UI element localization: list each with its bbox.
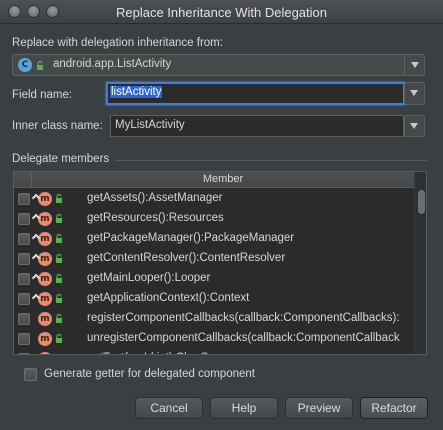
- lock-icon: [56, 234, 62, 243]
- chevron-down-icon[interactable]: [404, 116, 424, 136]
- member-signature: getText(resId:int):CharSequence: [87, 352, 253, 354]
- table-header: Member: [14, 172, 414, 188]
- section-divider: [115, 160, 427, 161]
- lock-icon: [37, 61, 43, 70]
- class-icon: C: [18, 58, 32, 72]
- member-signature: getResources():Resources: [87, 212, 224, 224]
- title-bar: Replace Inheritance With Delegation: [0, 0, 443, 24]
- lock-icon: [56, 214, 62, 223]
- member-checkbox[interactable]: [18, 293, 30, 305]
- help-button[interactable]: Help: [210, 397, 278, 419]
- member-checkbox[interactable]: [18, 333, 30, 345]
- chevron-down-icon[interactable]: [404, 55, 424, 75]
- member-signature: registerComponentCallbacks(callback:Comp…: [87, 312, 400, 324]
- window-title: Replace Inheritance With Delegation: [115, 5, 327, 20]
- member-checkbox[interactable]: [18, 253, 30, 265]
- lock-icon: [56, 334, 62, 343]
- member-row[interactable]: m getResources():Resources: [14, 209, 414, 229]
- member-row[interactable]: m unregisterComponentCallbacks(callback:C…: [14, 329, 414, 349]
- method-icon: m: [38, 352, 52, 354]
- member-column-header[interactable]: Member: [32, 173, 414, 185]
- overridden-method-icon: m: [38, 292, 52, 306]
- member-checkbox[interactable]: [18, 213, 30, 225]
- member-row[interactable]: m getPackageManager():PackageManager: [14, 229, 414, 249]
- inner-class-input[interactable]: MyListActivity: [110, 115, 404, 137]
- replace-from-combo[interactable]: C android.app.ListActivity: [12, 54, 425, 76]
- member-row[interactable]: m getText(resId:int):CharSequence: [14, 349, 414, 355]
- field-name-label: Field name:: [12, 89, 73, 101]
- member-signature: unregisterComponentCallbacks(callback:Co…: [87, 332, 400, 344]
- member-row[interactable]: m registerComponentCallbacks(callback:Com…: [14, 309, 414, 329]
- lock-icon: [56, 194, 62, 203]
- preview-button[interactable]: Preview: [285, 397, 353, 419]
- member-signature: getMainLooper():Looper: [87, 272, 211, 284]
- member-checkbox[interactable]: [18, 313, 30, 325]
- field-name-dropdown[interactable]: [404, 82, 425, 105]
- checkbox-column-header[interactable]: [14, 172, 32, 188]
- inner-class-dropdown[interactable]: [404, 115, 425, 137]
- member-signature: getApplicationContext():Context: [87, 292, 250, 304]
- method-icon: m: [38, 332, 52, 346]
- member-signature: getContentResolver():ContentResolver: [87, 252, 286, 264]
- overridden-method-icon: m: [38, 252, 52, 266]
- replace-from-label: Replace with delegation inheritance from…: [12, 37, 223, 49]
- delegate-members-title: Delegate members: [12, 153, 110, 165]
- refactor-button[interactable]: Refactor: [360, 397, 428, 419]
- field-name-input[interactable]: listActivity: [106, 82, 405, 105]
- lock-icon: [55, 354, 63, 355]
- field-name-value: listActivity: [110, 86, 163, 98]
- vertical-scrollbar[interactable]: [414, 172, 426, 354]
- cancel-button[interactable]: Cancel: [135, 397, 203, 419]
- scrollbar-thumb[interactable]: [418, 190, 425, 214]
- lock-icon: [56, 314, 62, 323]
- refactor-button-label: Refactor: [371, 401, 417, 415]
- member-checkbox[interactable]: [18, 233, 30, 245]
- inner-class-value: MyListActivity: [115, 119, 185, 131]
- overridden-method-icon: m: [38, 232, 52, 246]
- method-icon: m: [38, 312, 52, 326]
- member-signature: getAssets():AssetManager: [87, 192, 223, 204]
- member-row[interactable]: m getApplicationContext():Context: [14, 289, 414, 309]
- lock-icon: [56, 294, 62, 303]
- lock-icon: [56, 254, 62, 263]
- preview-button-label: Preview: [297, 401, 341, 415]
- members-table[interactable]: Member m getAssets():AssetManager m getReso…: [13, 171, 427, 355]
- member-checkbox[interactable]: [18, 193, 30, 205]
- chevron-down-icon[interactable]: [404, 83, 424, 103]
- member-row[interactable]: m getAssets():AssetManager: [14, 189, 414, 209]
- generate-getter-checkbox[interactable]: [24, 368, 37, 381]
- member-checkbox[interactable]: [18, 273, 30, 285]
- member-signature: getPackageManager():PackageManager: [87, 232, 295, 244]
- member-row[interactable]: m getMainLooper():Looper: [14, 269, 414, 289]
- overridden-method-icon: m: [38, 192, 52, 206]
- overridden-method-icon: m: [38, 272, 52, 286]
- member-checkbox[interactable]: [18, 353, 30, 354]
- replace-from-value: android.app.ListActivity: [53, 58, 172, 70]
- generate-getter-label: Generate getter for delegated component: [44, 368, 255, 380]
- inner-class-label: Inner class name:: [12, 120, 103, 132]
- member-row[interactable]: m getContentResolver():ContentResolver: [14, 249, 414, 269]
- lock-icon: [56, 274, 62, 283]
- overridden-method-icon: m: [38, 212, 52, 226]
